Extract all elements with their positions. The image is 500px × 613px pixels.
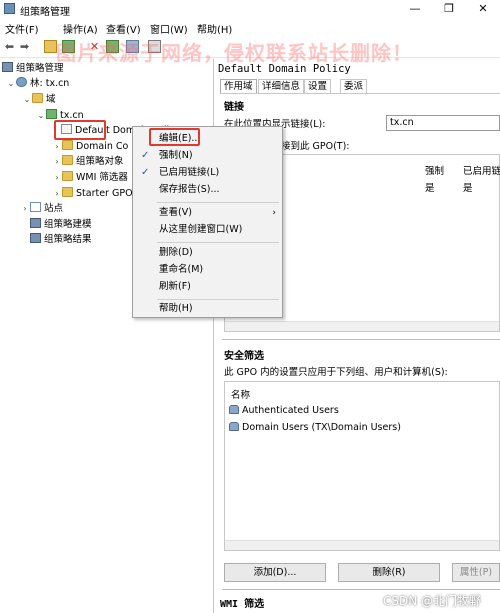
add-button[interactable]: 添加(D)... — [224, 563, 326, 582]
menu-item-enforced[interactable]: ✓ 强制(N) — [133, 148, 282, 164]
menu-item-view[interactable]: 查看(V) › — [133, 205, 282, 221]
tab-delegation[interactable]: 委派 — [340, 79, 368, 93]
app-icon — [4, 3, 15, 14]
window-title: 组策略管理 — [20, 7, 70, 18]
section-divider — [222, 339, 500, 340]
submenu-arrow-icon: › — [272, 208, 276, 218]
menu-action[interactable]: 操作(A) — [63, 21, 98, 36]
tab-settings[interactable]: 设置 — [304, 79, 332, 93]
context-menu: 编辑(E)... ✓ 强制(N) ✓ 已启用链接(L) 保存报告(S)... 查看(… — [132, 126, 283, 318]
menu-item-new-window[interactable]: 从这里创建窗口(W) — [133, 222, 282, 238]
folder-icon — [32, 93, 43, 103]
section-divider — [222, 589, 500, 590]
gpmc-icon — [2, 62, 13, 72]
cell-link-enabled: 是 — [463, 183, 473, 194]
tree-node-domains[interactable]: ⌄ 域 — [22, 92, 56, 107]
results-icon — [30, 233, 41, 243]
domain-icon — [46, 109, 57, 119]
menu-view[interactable]: 查看(V) — [106, 21, 141, 36]
maximize-button[interactable]: ❐ — [432, 0, 466, 18]
back-arrow-icon[interactable]: ⬅ — [3, 40, 16, 53]
security-filter-description: 此 GPO 内的设置只应用于下列组、用户和计算机(S): — [224, 367, 448, 378]
list-item-domain-users[interactable]: Domain Users (TX\Domain Users) — [229, 422, 401, 433]
menu-item-rename[interactable]: 重命名(M) — [133, 262, 282, 278]
menu-window[interactable]: 窗口(W) — [150, 21, 188, 36]
tree-node-domain-controllers[interactable]: › Domain Co — [52, 139, 128, 154]
menu-separator — [157, 202, 279, 203]
links-horizontal-scrollbar[interactable] — [225, 321, 499, 331]
minimize-button[interactable]: — — [398, 0, 432, 18]
forward-arrow-icon[interactable]: ➡ — [18, 40, 31, 53]
author-credit: CSDN @北门牧野 — [383, 594, 482, 608]
tree-node-results[interactable]: 组策略结果 — [30, 232, 92, 247]
tree-node-starter-gpo[interactable]: › Starter GPO — [52, 186, 133, 201]
column-enforced[interactable]: 强制 — [425, 163, 444, 177]
expand-arrow-icon[interactable]: › — [52, 154, 62, 169]
menu-item-link-enabled[interactable]: ✓ 已启用链接(L) — [133, 165, 282, 181]
expand-chevron-icon[interactable]: ⌄ — [36, 108, 46, 123]
menu-help[interactable]: 帮助(H) — [197, 21, 232, 36]
policy-title: Default Domain Policy — [218, 63, 351, 75]
links-location-select[interactable]: tx.cn — [386, 115, 500, 131]
forest-icon — [16, 77, 27, 87]
expand-arrow-icon[interactable]: › — [52, 139, 62, 154]
group-icon — [229, 405, 239, 414]
menu-item-refresh[interactable]: 刷新(F) — [133, 279, 282, 295]
tab-scope[interactable]: 作用域 — [220, 79, 257, 93]
security-horizontal-scrollbar[interactable] — [225, 540, 499, 550]
cell-enforced: 是 — [425, 183, 435, 194]
folder-icon — [62, 187, 73, 197]
highlight-box-edit — [149, 128, 200, 146]
expand-arrow-icon[interactable]: › — [52, 170, 62, 185]
menu-separator — [157, 242, 279, 243]
expand-chevron-icon[interactable]: ⌄ — [6, 76, 16, 91]
list-item-authenticated-users[interactable]: Authenticated Users — [229, 405, 339, 416]
menu-separator — [157, 299, 279, 300]
sites-icon — [30, 202, 41, 212]
highlight-box-gpo — [54, 120, 106, 140]
title-bar: 组策略管理 — ❐ ✕ — [0, 0, 500, 18]
tree-node-modeling[interactable]: 组策略建模 — [30, 217, 92, 232]
tree-node-sites[interactable]: › 站点 — [20, 201, 63, 216]
folder-icon — [62, 155, 73, 165]
group-icon — [229, 422, 239, 431]
menu-file[interactable]: 文件(F) — [5, 21, 39, 36]
column-link-enabled[interactable]: 已启用链 — [463, 163, 500, 177]
folder-icon — [62, 171, 73, 181]
menu-bar: 文件(F) 操作(A) 查看(V) 窗口(W) 帮助(H) — [0, 19, 500, 36]
checkmark-icon: ✓ — [141, 150, 150, 161]
remove-button[interactable]: 删除(R) — [338, 563, 440, 582]
expand-chevron-icon[interactable]: ⌄ — [22, 92, 32, 107]
security-filter-heading: 安全筛选 — [224, 351, 264, 362]
tree-node-wmi-filters[interactable]: › WMI 筛选器 — [52, 170, 128, 185]
properties-button[interactable]: 属性(P) — [452, 563, 500, 582]
modeling-icon — [30, 218, 41, 228]
ou-icon — [62, 140, 73, 150]
expand-arrow-icon[interactable]: › — [20, 201, 30, 216]
tree-node-root[interactable]: 组策略管理 — [2, 61, 64, 76]
expand-arrow-icon[interactable]: › — [52, 186, 62, 201]
menu-item-delete[interactable]: 删除(D) — [133, 245, 282, 261]
menu-item-save-report[interactable]: 保存报告(S)... — [133, 182, 282, 198]
menu-item-help[interactable]: 帮助(H) — [133, 301, 282, 317]
tab-details[interactable]: 详细信息 — [258, 79, 305, 93]
column-name[interactable]: 名称 — [231, 387, 250, 401]
tree-node-forest[interactable]: ⌄ 林: tx.cn — [6, 76, 69, 91]
tree-node-gpo-objects[interactable]: › 组策略对象 — [52, 154, 124, 169]
checkmark-icon: ✓ — [141, 167, 150, 178]
security-filter-list[interactable]: 名称 Authenticated Users Domain Users (TX\… — [224, 381, 500, 551]
tab-divider — [220, 93, 500, 94]
links-heading: 链接 — [224, 102, 244, 113]
wmi-filter-heading: WMI 筛选 — [220, 599, 265, 610]
close-button[interactable]: ✕ — [466, 0, 500, 18]
